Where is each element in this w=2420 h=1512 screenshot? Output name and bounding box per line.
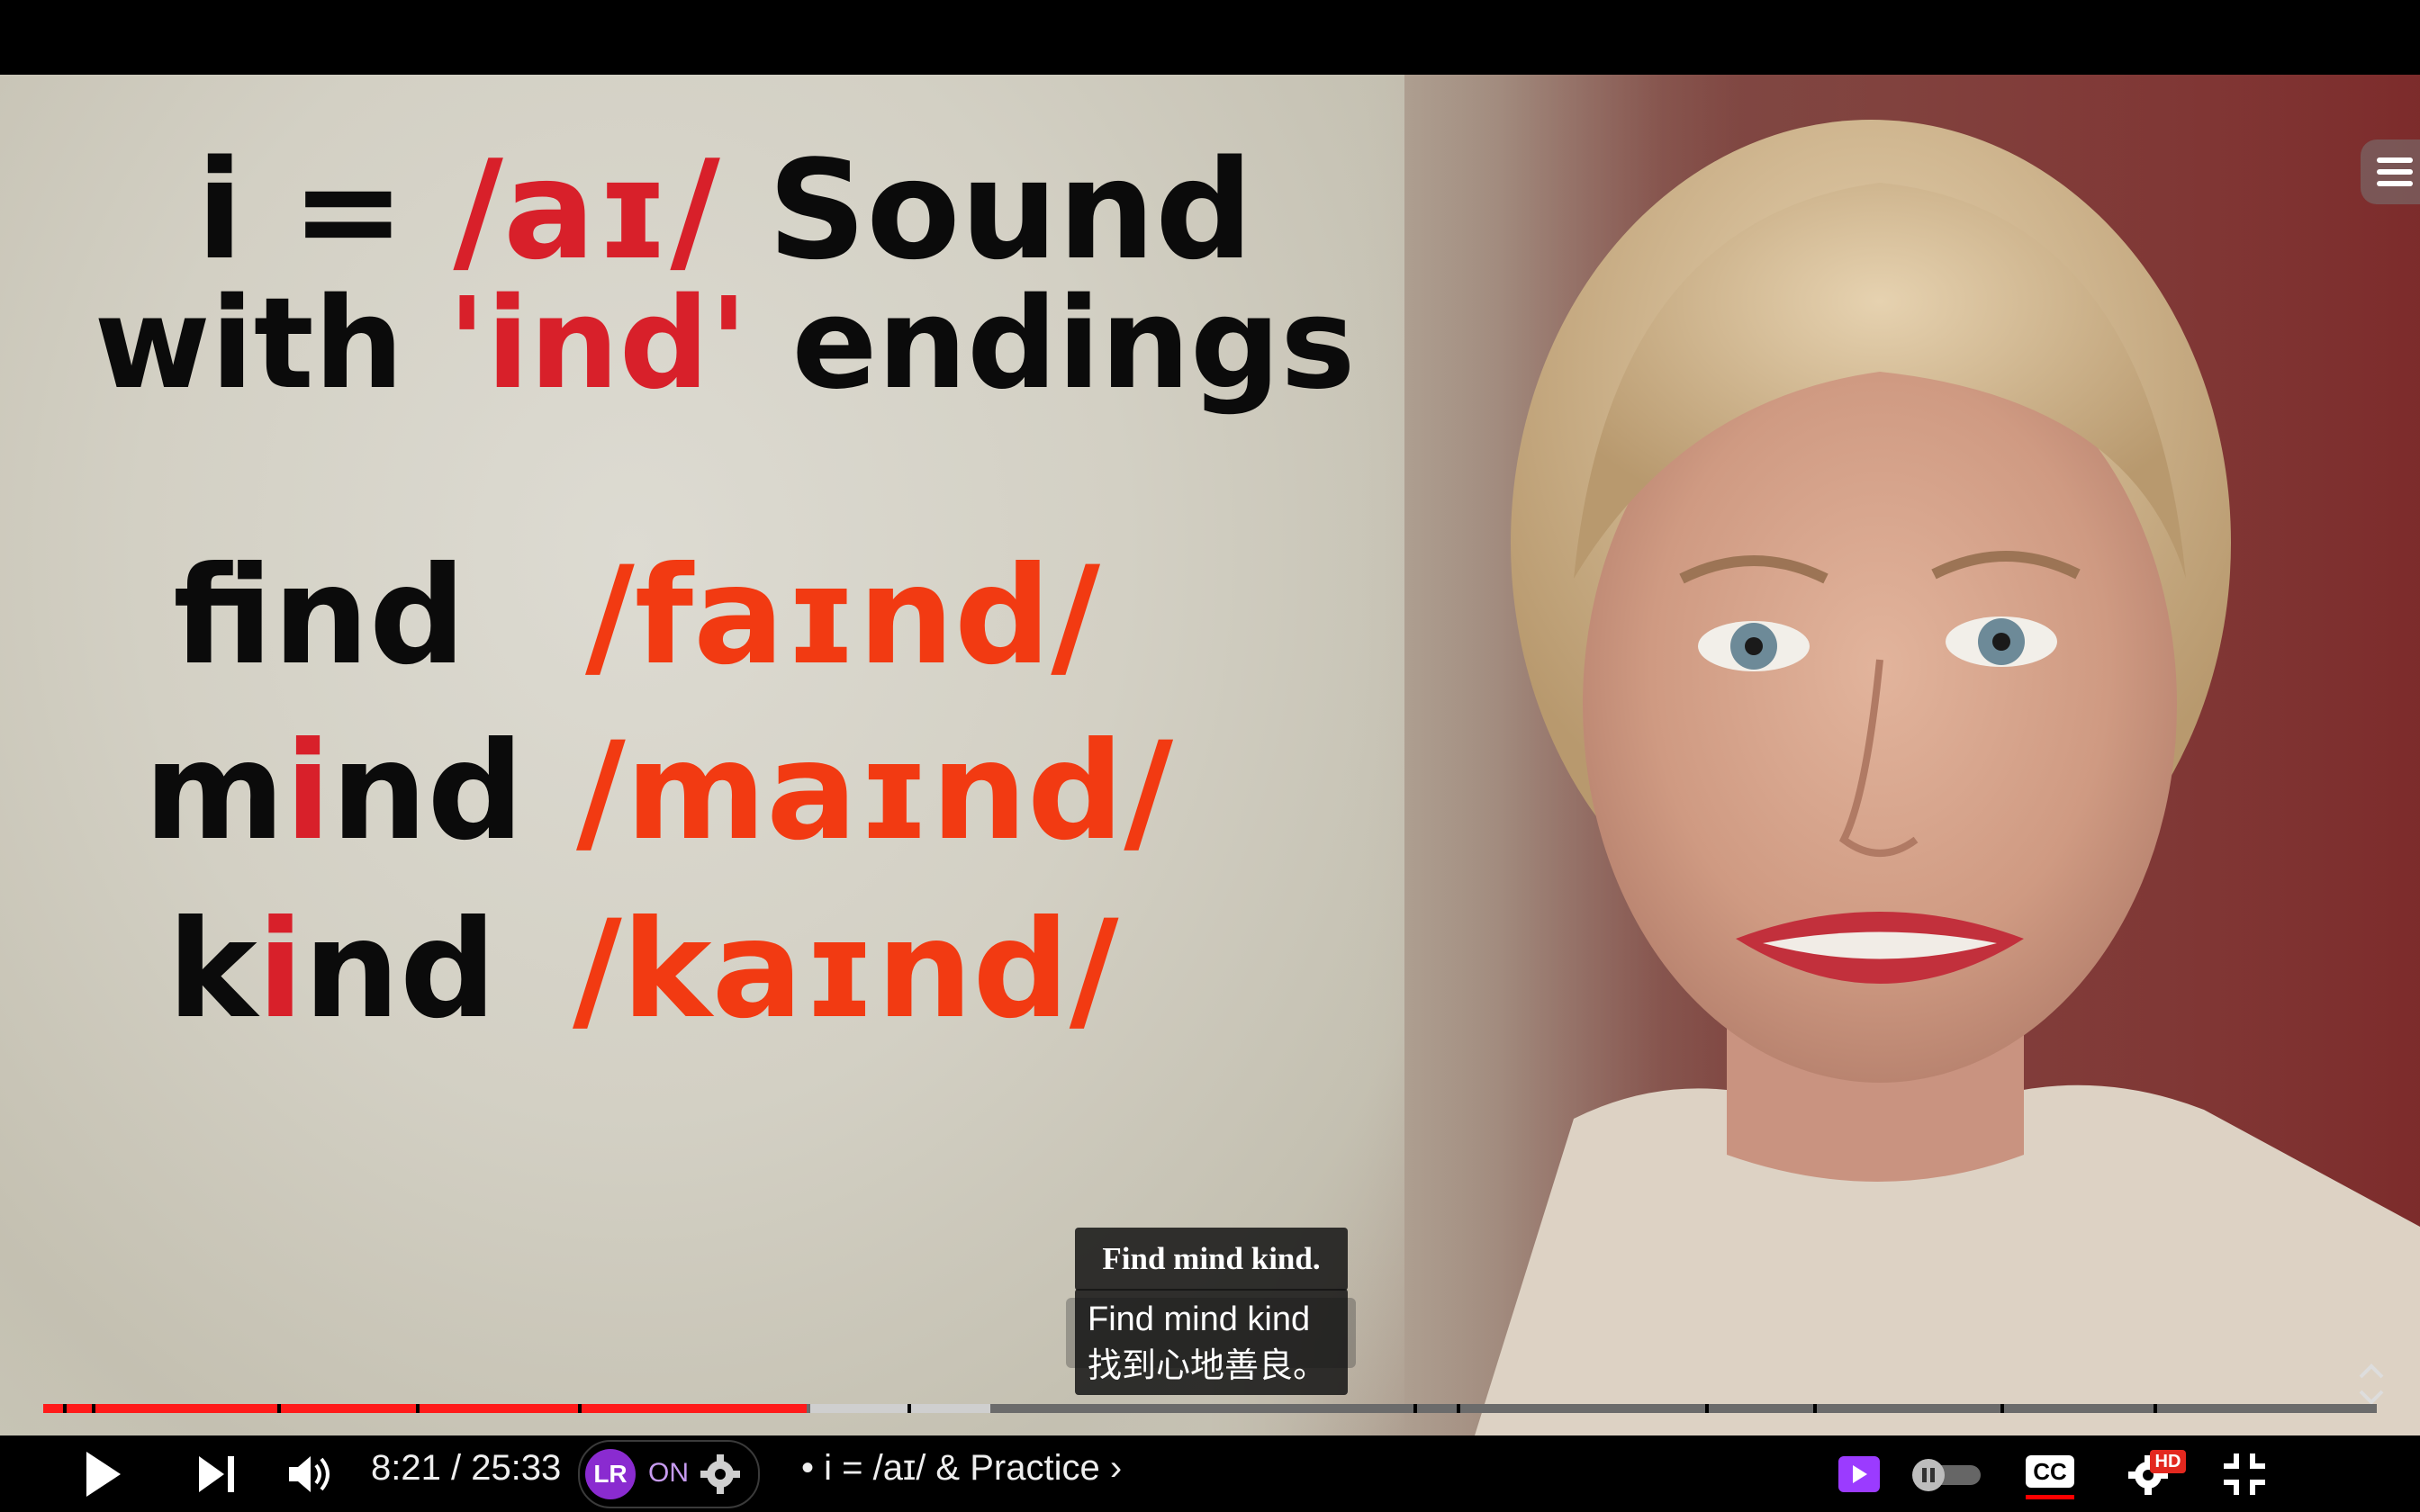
chapter-marker bbox=[63, 1404, 67, 1413]
word-mind: mind bbox=[144, 714, 524, 870]
volume-icon bbox=[289, 1455, 330, 1492]
title-text: endings bbox=[747, 271, 1356, 418]
chevron-right-icon: › bbox=[1109, 1448, 1123, 1488]
cc-active-indicator bbox=[2026, 1494, 2074, 1499]
chapter-marker bbox=[908, 1404, 911, 1413]
play-icon bbox=[86, 1451, 121, 1497]
presenter-video bbox=[1340, 75, 2420, 1436]
caption-primary: Find mind kind. bbox=[1075, 1228, 1348, 1291]
player-controls: 8:21 / 25:33 LR ON • i = /aɪ/ & Practice… bbox=[0, 1436, 2420, 1512]
slide-title-line2: with 'ind' endings bbox=[0, 271, 1449, 418]
title-text: i = bbox=[196, 130, 454, 290]
exit-fullscreen-icon bbox=[2224, 1453, 2265, 1495]
gear-icon[interactable] bbox=[699, 1453, 742, 1496]
subtitles-button[interactable]: CC bbox=[2026, 1436, 2074, 1512]
caption-english: Find mind kind bbox=[1088, 1300, 1311, 1338]
slide-title-line1: i = /aɪ/ Sound bbox=[0, 130, 1449, 290]
progress-bar[interactable] bbox=[43, 1404, 2377, 1413]
miniplayer-button[interactable] bbox=[1837, 1436, 1882, 1512]
ipa-mind: /maɪnd/ bbox=[576, 714, 1174, 870]
time-display: 8:21 / 25:33 bbox=[371, 1448, 562, 1488]
chapter-marker bbox=[416, 1404, 420, 1413]
next-button[interactable] bbox=[185, 1436, 248, 1512]
caption-secondary: Find mind kind 找到心地善良。 bbox=[1075, 1289, 1348, 1395]
chapter-marker bbox=[277, 1404, 281, 1413]
chapter-marker bbox=[2154, 1404, 2157, 1413]
chapter-title-link[interactable]: • i = /aɪ/ & Practice › bbox=[801, 1448, 1122, 1489]
language-reactor-toggle[interactable]: LR ON bbox=[578, 1440, 760, 1508]
title-highlight: 'ind' bbox=[447, 271, 748, 418]
autoplay-toggle-icon bbox=[1912, 1458, 1981, 1491]
chapter-marker bbox=[578, 1404, 582, 1413]
chapter-marker bbox=[1413, 1404, 1417, 1413]
chapter-marker bbox=[1705, 1404, 1709, 1413]
title-text: with bbox=[94, 271, 448, 418]
ipa-find: /faɪnd/ bbox=[585, 538, 1101, 695]
skip-next-icon bbox=[199, 1455, 234, 1492]
word-kind: kind bbox=[167, 892, 497, 1048]
title-text: Sound bbox=[719, 130, 1253, 290]
ipa-kind: /kaɪnd/ bbox=[573, 892, 1119, 1048]
settings-button[interactable]: HD bbox=[2123, 1436, 2186, 1512]
progress-played bbox=[43, 1404, 807, 1413]
chapter-marker bbox=[92, 1404, 95, 1413]
chapter-marker bbox=[1457, 1404, 1460, 1413]
language-reactor-logo: LR bbox=[585, 1449, 636, 1499]
cc-icon: CC bbox=[2026, 1454, 2074, 1488]
caption-chinese: 找到心地善良。 bbox=[1088, 1347, 1328, 1385]
menu-button[interactable] bbox=[2361, 140, 2420, 204]
title-ipa: /aɪ/ bbox=[453, 130, 720, 290]
volume-button[interactable] bbox=[279, 1436, 342, 1512]
play-button[interactable] bbox=[72, 1436, 135, 1512]
chapter-marker bbox=[1813, 1404, 1817, 1413]
exit-fullscreen-button[interactable] bbox=[2220, 1436, 2269, 1512]
word-find: find bbox=[173, 538, 466, 695]
language-reactor-status: ON bbox=[648, 1458, 689, 1488]
hd-badge: HD bbox=[2150, 1449, 2186, 1473]
autoplay-toggle[interactable] bbox=[1909, 1436, 1984, 1512]
progress-buffered bbox=[810, 1404, 990, 1413]
chapter-title: • i = /aɪ/ & Practice bbox=[801, 1448, 1100, 1488]
chapter-marker bbox=[2000, 1404, 2004, 1413]
expand-chevrons-icon[interactable] bbox=[2353, 1357, 2389, 1411]
autoplay-video-icon bbox=[1838, 1455, 1880, 1492]
